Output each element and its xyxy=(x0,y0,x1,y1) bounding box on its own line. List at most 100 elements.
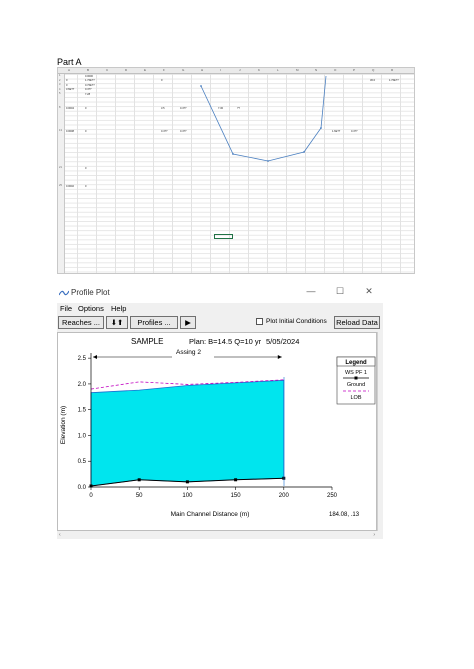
close-icon[interactable]: ✕ xyxy=(362,286,376,297)
vertical-scrollbar[interactable] xyxy=(377,332,383,531)
sheet-cell[interactable]: 0.4?? xyxy=(161,130,168,133)
reach-arrow-part xyxy=(277,355,282,359)
sheet-cell[interactable]: 0 xyxy=(66,79,67,82)
sheet-cell[interactable]: 0.0004 xyxy=(66,107,74,110)
row-number: 21 xyxy=(59,166,62,169)
ground-point xyxy=(137,478,141,482)
legend-marker-ground xyxy=(354,376,358,380)
ground-point xyxy=(185,480,189,484)
sheet-cell[interactable]: 7.30 xyxy=(218,107,223,110)
sheet-cell[interactable]: 0.4?? xyxy=(351,130,358,133)
plot-initial-conditions-option[interactable]: Plot Initial Conditions xyxy=(256,318,327,325)
coordinate-readout: 184.08, .13 xyxy=(329,512,360,518)
chart-date: 5/05/2024 xyxy=(266,337,299,346)
cross-section-point xyxy=(232,153,234,155)
reach-arrow-part xyxy=(93,355,97,359)
app-icon xyxy=(59,290,69,296)
profile-chart[interactable]: SAMPLE Plan: B=14.5 Q=10 yr 5/05/2024 As… xyxy=(58,333,378,532)
x-tick-label: 100 xyxy=(182,493,193,499)
menu-file[interactable]: File xyxy=(60,304,72,313)
sheet-cell[interactable]: 0.0008 xyxy=(66,130,74,133)
row-number: 8 xyxy=(59,106,61,110)
sheet-cell[interactable]: 0.4?? xyxy=(85,88,92,91)
sheet-cell[interactable]: 1.76E?? xyxy=(85,79,95,82)
sheet-cell[interactable]: 1.6E?? xyxy=(332,130,340,133)
embedded-cross-section-chart xyxy=(200,75,327,162)
y-tick-label: 2.5 xyxy=(78,356,87,362)
sheet-cell[interactable]: 0 xyxy=(161,79,162,82)
maximize-icon[interactable]: ☐ xyxy=(333,286,347,297)
sheet-cell[interactable]: 0 xyxy=(85,185,86,188)
profile-plot-window: Profile Plot — ☐ ✕ File Options Help Rea… xyxy=(57,283,383,539)
cross-section-point xyxy=(303,151,305,153)
chart-plan: Plan: B=14.5 Q=10 yr xyxy=(189,337,262,346)
plot-initial-conditions-checkbox[interactable] xyxy=(256,318,263,325)
minimize-icon[interactable]: — xyxy=(304,286,318,296)
row-number: 4 xyxy=(59,87,61,91)
chart-title: SAMPLE xyxy=(131,337,163,346)
plot-area[interactable]: SAMPLE Plan: B=14.5 Q=10 yr 5/05/2024 As… xyxy=(57,332,377,531)
y-tick-label: 1.5 xyxy=(78,408,87,414)
scroll-left-icon[interactable]: ‹ xyxy=(59,532,61,538)
sheet-cell[interactable]: 0 xyxy=(85,167,86,170)
y-axis-label: Elevation (m) xyxy=(60,406,67,444)
x-tick-label: 150 xyxy=(231,493,242,499)
cross-section-line xyxy=(200,75,327,162)
sheet-cell[interactable]: 7.28 xyxy=(85,93,90,96)
sheet-cell[interactable]: 0.4?? xyxy=(180,130,187,133)
row-number: 1 xyxy=(59,74,61,77)
legend-entry-lob: LOB xyxy=(350,395,361,401)
sheet-cell[interactable]: 3.5 xyxy=(161,107,165,110)
horizontal-scrollbar[interactable]: ‹ › xyxy=(57,531,377,539)
sheet-cell[interactable]: 0 xyxy=(66,84,67,87)
water-surface-area xyxy=(90,379,285,487)
sheet-cell[interactable]: 0 xyxy=(85,107,86,110)
legend-entry-ws: WS PF 1 xyxy=(345,370,367,376)
sheet-cell[interactable]: 0.76E?? xyxy=(85,84,95,87)
title-bar: Profile Plot — ☐ ✕ xyxy=(57,283,383,303)
legend: Legend WS PF 1 Ground LOB xyxy=(336,356,376,405)
window-title: Profile Plot xyxy=(71,288,110,297)
row-number: 2 xyxy=(59,78,61,82)
x-tick-label: 50 xyxy=(136,493,143,499)
y-tick-label: 1.0 xyxy=(78,433,87,439)
profiles-button[interactable]: Profiles ... xyxy=(130,316,178,329)
part-label: Part A xyxy=(57,57,82,67)
sheet-cell[interactable]: ?? xyxy=(237,107,240,110)
reach-label: Assing 2 xyxy=(176,349,201,356)
sheet-cell[interactable]: 0.4?? xyxy=(180,107,187,110)
row-number: 3 xyxy=(59,83,61,87)
menu-help[interactable]: Help xyxy=(111,304,126,313)
sheet-cell[interactable]: 30.0 xyxy=(370,79,375,82)
row-number: 13 xyxy=(59,129,62,133)
y-tick-label: 2.0 xyxy=(78,382,87,388)
up-down-button[interactable]: ⬇⬆ xyxy=(106,316,128,329)
menu-options[interactable]: Options xyxy=(78,304,104,313)
scroll-right-icon[interactable]: › xyxy=(373,532,375,538)
sheet-cell[interactable]: 0 xyxy=(85,130,86,133)
sheet-cell[interactable]: 0.0000 xyxy=(85,75,93,78)
x-tick-label: 250 xyxy=(327,493,338,499)
cross-section-point xyxy=(200,85,202,87)
sheet-cell[interactable]: 1.76E?? xyxy=(389,79,399,82)
row-number: 5 xyxy=(59,92,61,96)
x-tick-label: 0 xyxy=(89,493,93,499)
sheet-cell[interactable]: 3.6E?? xyxy=(66,88,74,91)
x-axis-label: Main Channel Distance (m) xyxy=(171,511,250,518)
selected-cell[interactable] xyxy=(214,234,233,239)
reaches-button[interactable]: Reaches ... xyxy=(58,316,104,329)
play-button[interactable]: ▶ xyxy=(180,316,196,329)
legend-entry-ground: Ground xyxy=(347,382,365,388)
sheet-cell[interactable]: 0.0002 xyxy=(66,185,74,188)
y-tick-label: 0.0 xyxy=(78,485,87,491)
menu-bar: File Options Help xyxy=(57,303,383,315)
cross-section-point xyxy=(267,160,269,162)
toolbar: Reaches ... ⬇⬆ Profiles ... ▶ Plot Initi… xyxy=(57,315,383,331)
plot-initial-conditions-label: Plot Initial Conditions xyxy=(266,318,327,325)
legend-title: Legend xyxy=(345,360,367,366)
ground-point xyxy=(234,478,238,482)
spreadsheet[interactable]: ABCDEFGHIJKLMNOPQR 1 0.0000 2 0 1.76E?? 0 30.0… xyxy=(57,67,415,274)
row-number: 25 xyxy=(59,184,62,188)
cross-section-point xyxy=(320,127,322,129)
reload-data-button[interactable]: Reload Data xyxy=(334,316,380,329)
